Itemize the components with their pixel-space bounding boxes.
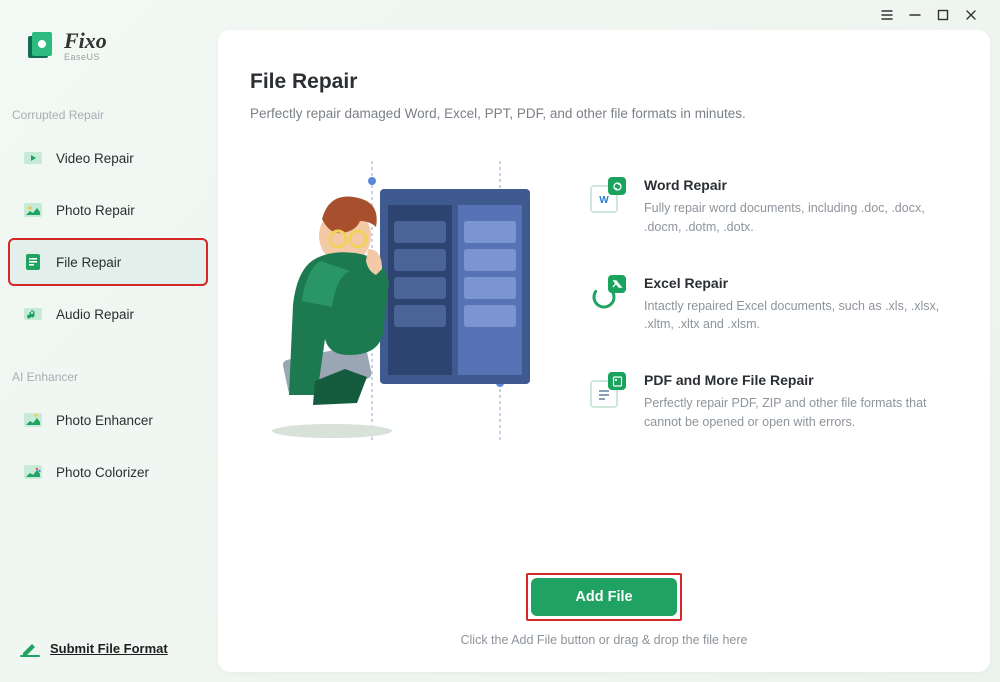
features-list: W Word Repair Fully repair word document… bbox=[590, 171, 945, 441]
sidebar-item-label: Photo Repair bbox=[56, 203, 135, 218]
feature-pdf-repair: PDF and More File Repair Perfectly repai… bbox=[590, 372, 945, 432]
sidebar-item-photo-colorizer[interactable]: Photo Colorizer bbox=[8, 448, 208, 496]
photo-icon bbox=[22, 199, 44, 221]
section-label-ai: AI Enhancer bbox=[8, 362, 208, 392]
close-icon[interactable] bbox=[964, 8, 978, 22]
feature-title: PDF and More File Repair bbox=[644, 372, 945, 388]
feature-excel-repair: Excel Repair Intactly repaired Excel doc… bbox=[590, 275, 945, 335]
file-icon bbox=[22, 251, 44, 273]
sidebar-item-label: File Repair bbox=[56, 255, 121, 270]
audio-icon bbox=[22, 303, 44, 325]
word-file-icon: W bbox=[590, 177, 626, 213]
colorize-icon bbox=[22, 461, 44, 483]
svg-text:W: W bbox=[599, 195, 609, 206]
action-area: Add File Click the Add File button or dr… bbox=[218, 573, 990, 647]
add-file-highlight: Add File bbox=[526, 573, 681, 621]
maximize-icon[interactable] bbox=[936, 8, 950, 22]
logo-subtitle: EaseUS bbox=[64, 52, 107, 62]
feature-desc: Fully repair word documents, including .… bbox=[644, 199, 945, 237]
pdf-file-icon bbox=[590, 372, 626, 408]
feature-title: Excel Repair bbox=[644, 275, 945, 291]
add-file-button[interactable]: Add File bbox=[531, 578, 676, 616]
sidebar-item-audio-repair[interactable]: Audio Repair bbox=[8, 290, 208, 338]
excel-file-icon bbox=[590, 275, 626, 311]
logo-mark-icon bbox=[26, 32, 54, 60]
sidebar-item-video-repair[interactable]: Video Repair bbox=[8, 134, 208, 182]
submit-link-label: Submit File Format bbox=[50, 641, 168, 656]
section-label-corrupted: Corrupted Repair bbox=[8, 100, 208, 130]
feature-title: Word Repair bbox=[644, 177, 945, 193]
menu-icon[interactable] bbox=[880, 8, 894, 22]
enhance-icon bbox=[22, 409, 44, 431]
sidebar-item-label: Video Repair bbox=[56, 151, 134, 166]
logo-title: Fixo bbox=[64, 30, 107, 52]
titlebar bbox=[0, 0, 1000, 30]
main-panel: File Repair Perfectly repair damaged Wor… bbox=[218, 30, 990, 672]
sidebar-item-label: Photo Enhancer bbox=[56, 413, 153, 428]
add-file-hint: Click the Add File button or drag & drop… bbox=[461, 633, 748, 647]
sidebar-item-label: Audio Repair bbox=[56, 307, 134, 322]
sidebar-item-file-repair[interactable]: File Repair bbox=[8, 238, 208, 286]
sidebar-item-photo-enhancer[interactable]: Photo Enhancer bbox=[8, 396, 208, 444]
edit-icon bbox=[20, 638, 40, 658]
sidebar-item-label: Photo Colorizer bbox=[56, 465, 149, 480]
illustration-server-person bbox=[260, 161, 550, 441]
sidebar-item-photo-repair[interactable]: Photo Repair bbox=[8, 186, 208, 234]
app-logo: Fixo EaseUS bbox=[26, 30, 107, 62]
submit-file-format-link[interactable]: Submit File Format bbox=[20, 638, 168, 658]
page-title: File Repair bbox=[250, 70, 945, 94]
page-subtitle: Perfectly repair damaged Word, Excel, PP… bbox=[250, 106, 945, 121]
feature-desc: Intactly repaired Excel documents, such … bbox=[644, 297, 945, 335]
sidebar: Corrupted Repair Video Repair Photo Repa… bbox=[8, 100, 208, 500]
feature-desc: Perfectly repair PDF, ZIP and other file… bbox=[644, 394, 945, 432]
feature-word-repair: W Word Repair Fully repair word document… bbox=[590, 177, 945, 237]
video-icon bbox=[22, 147, 44, 169]
minimize-icon[interactable] bbox=[908, 8, 922, 22]
